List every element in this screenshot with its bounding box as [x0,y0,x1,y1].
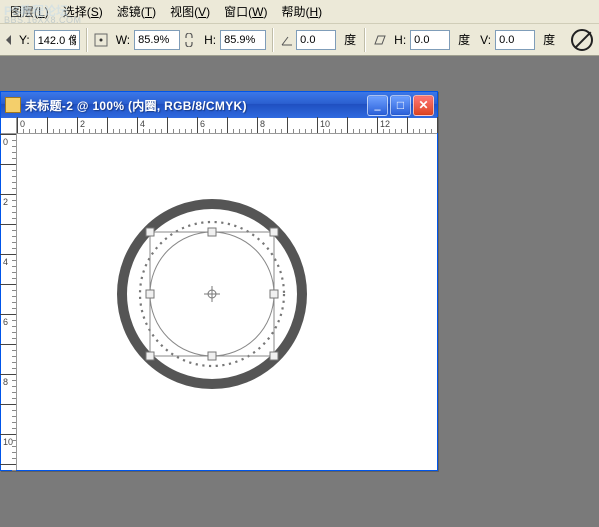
menu-window[interactable]: 窗口(W) [218,0,273,23]
artwork [17,134,437,470]
document-icon [5,97,21,113]
titlebar[interactable]: 未标题-2 @ 100% (内圈, RGB/8/CMYK) _ □ ✕ [1,92,437,118]
y-label: Y: [13,33,32,47]
skew-h-label: H: [388,33,408,47]
ruler-corner[interactable] [1,118,17,134]
transform-handle-ml[interactable] [146,290,154,298]
maximize-button[interactable]: □ [390,95,411,116]
separator [272,28,274,52]
h-input[interactable] [220,30,266,50]
reference-point-icon[interactable] [94,33,108,47]
transform-handle-tr[interactable] [270,228,278,236]
skew-v-input[interactable] [495,30,535,50]
canvas[interactable] [17,134,437,470]
triangle-icon [6,35,11,45]
minimize-button[interactable]: _ [367,95,388,116]
skew-v-unit: 度 [537,31,557,48]
transform-pivot-icon[interactable] [204,286,220,302]
y-input[interactable] [34,30,80,50]
menu-help[interactable]: 帮助(H) [275,0,328,23]
menu-view[interactable]: 视图(V) [164,0,216,23]
menu-bar: 图层(L) 选择(S) 滤镜(T) 视图(V) 窗口(W) 帮助(H) [0,0,599,24]
document-title: 未标题-2 @ 100% (内圈, RGB/8/CMYK) [25,97,367,114]
w-label: W: [110,33,132,47]
rotate-unit: 度 [338,31,358,48]
close-button[interactable]: ✕ [413,95,434,116]
transform-handle-bl[interactable] [146,352,154,360]
link-icon[interactable] [182,33,196,47]
menu-filter[interactable]: 滤镜(T) [111,0,162,23]
workspace: 未标题-2 @ 100% (内圈, RGB/8/CMYK) _ □ ✕ 0 2 … [0,56,599,527]
transform-handle-tm[interactable] [208,228,216,236]
angle-icon [280,33,294,47]
skew-v-label: V: [474,33,493,47]
cancel-transform-icon[interactable] [571,29,593,51]
skew-h-input[interactable] [410,30,450,50]
rotate-input[interactable] [296,30,336,50]
transform-handle-mr[interactable] [270,290,278,298]
transform-handle-br[interactable] [270,352,278,360]
ruler-vertical[interactable]: 0 2 4 6 8 10 [1,134,17,470]
skew-h-unit: 度 [452,31,472,48]
h-label: H: [198,33,218,47]
transform-handle-bm[interactable] [208,352,216,360]
skew-icon [372,33,386,47]
w-input[interactable] [134,30,180,50]
ruler-horizontal[interactable]: 0 2 4 6 8 10 12 [17,118,437,134]
document-window: 未标题-2 @ 100% (内圈, RGB/8/CMYK) _ □ ✕ 0 2 … [0,91,438,471]
separator [86,28,88,52]
separator [364,28,366,52]
watermark-2: BBS.16XX8.COM [4,15,82,25]
transform-handle-tl[interactable] [146,228,154,236]
options-bar: Y: W: H: 度 H: 度 V: 度 [0,24,599,56]
